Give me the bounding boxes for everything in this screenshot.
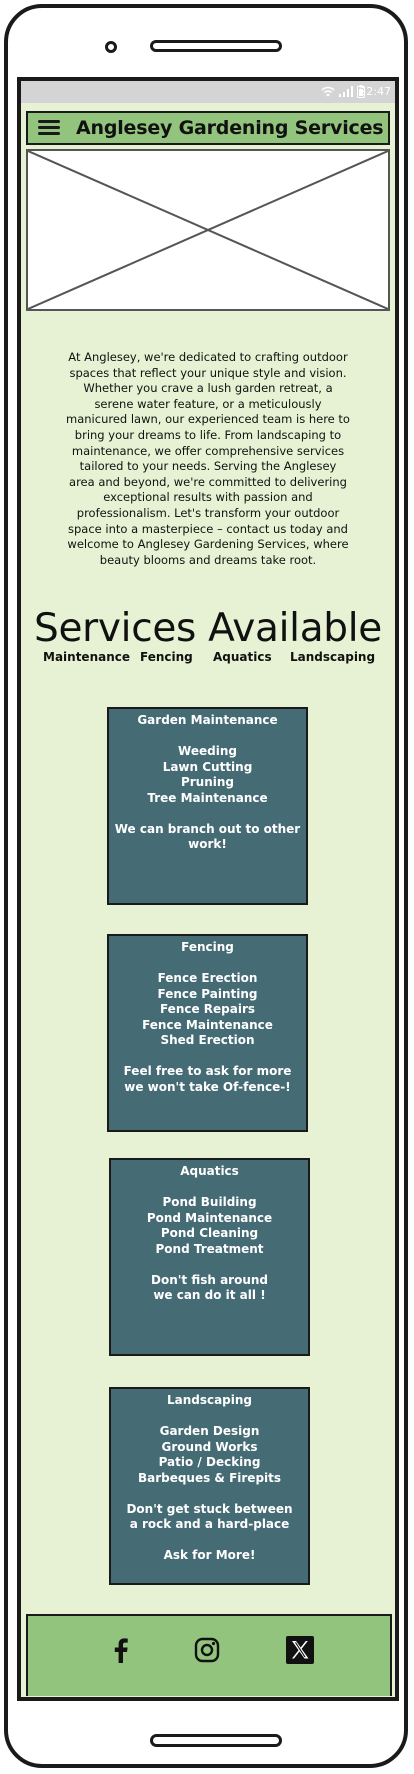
hamburger-menu-icon[interactable] [38,117,60,137]
footer [26,1614,392,1696]
facebook-icon[interactable] [107,1636,135,1664]
card-item: Barbeques & Firepits [137,1470,282,1485]
card-item: Ground Works [161,1439,258,1454]
signal-icon [339,86,353,97]
card-item: Fence Painting [157,986,258,1001]
speaker [150,40,282,52]
status-bar: 22:47 [21,81,395,103]
screen: 22:47 Anglesey Gardening Services At Ang… [17,77,399,1701]
nav-link-landscaping[interactable]: Landscaping [290,650,375,664]
card-note: Don't get stuck between [126,1501,293,1516]
service-card-landscaping: Landscaping Garden Design Ground Works P… [109,1387,310,1585]
card-title: Garden Maintenance [137,713,278,727]
card-note: a rock and a hard-place [129,1517,290,1531]
site-title: Anglesey Gardening Services [76,117,384,139]
nav-link-fencing[interactable]: Fencing [140,650,193,664]
card-item: Garden Design [159,1424,260,1438]
card-item: Fence Repairs [159,1002,256,1016]
card-item: Pond Maintenance [146,1210,273,1225]
card-note: we can do it all ! [153,1288,266,1302]
card-item: Fence Erection [157,971,258,985]
status-time: 22:47 [359,85,391,98]
card-item: Pruning [180,775,235,789]
service-card-aquatics: Aquatics Pond Building Pond Maintenance … [109,1158,310,1356]
card-extra-link: Ask for More! [163,1548,256,1562]
card-note: Don't fish around [150,1272,269,1287]
card-item: Pond Treatment [155,1241,264,1256]
card-note: we won't take Of-fence-! [124,1079,291,1094]
card-title: Fencing [181,940,234,954]
card-note: work! [188,837,227,851]
card-item: Shed Erection [160,1033,255,1047]
services-heading: Services Available [34,606,382,651]
instagram-icon[interactable] [193,1636,221,1664]
card-item: Pond Building [162,1195,257,1209]
card-note: We can branch out to other [114,821,301,836]
card-title: Aquatics [180,1164,239,1178]
wifi-icon [321,86,335,97]
card-item: Lawn Cutting [162,759,253,774]
hero-image-placeholder [26,149,390,311]
x-twitter-icon[interactable] [286,1636,314,1664]
home-button[interactable] [150,1734,282,1747]
card-item: Fence Maintenance [142,1017,273,1032]
card-item: Weeding [178,744,237,758]
card-item: Patio / Decking [158,1455,261,1469]
card-item: Pond Cleaning [160,1226,259,1240]
nav-link-aquatics[interactable]: Aquatics [213,650,272,664]
header-bar: Anglesey Gardening Services [26,111,390,145]
card-item: Tree Maintenance [147,790,268,805]
intro-paragraph: At Anglesey, we're dedicated to crafting… [66,350,350,567]
camera [105,41,117,53]
card-note: Feel free to ask for more [123,1064,292,1078]
service-card-fencing: Fencing Fence Erection Fence Painting Fe… [107,934,308,1132]
nav-link-maintenance[interactable]: Maintenance [43,650,130,664]
card-title: Landscaping [166,1393,253,1407]
image-placeholder-icon [27,150,389,310]
service-card-maintenance: Garden Maintenance Weeding Lawn Cutting … [107,707,308,905]
